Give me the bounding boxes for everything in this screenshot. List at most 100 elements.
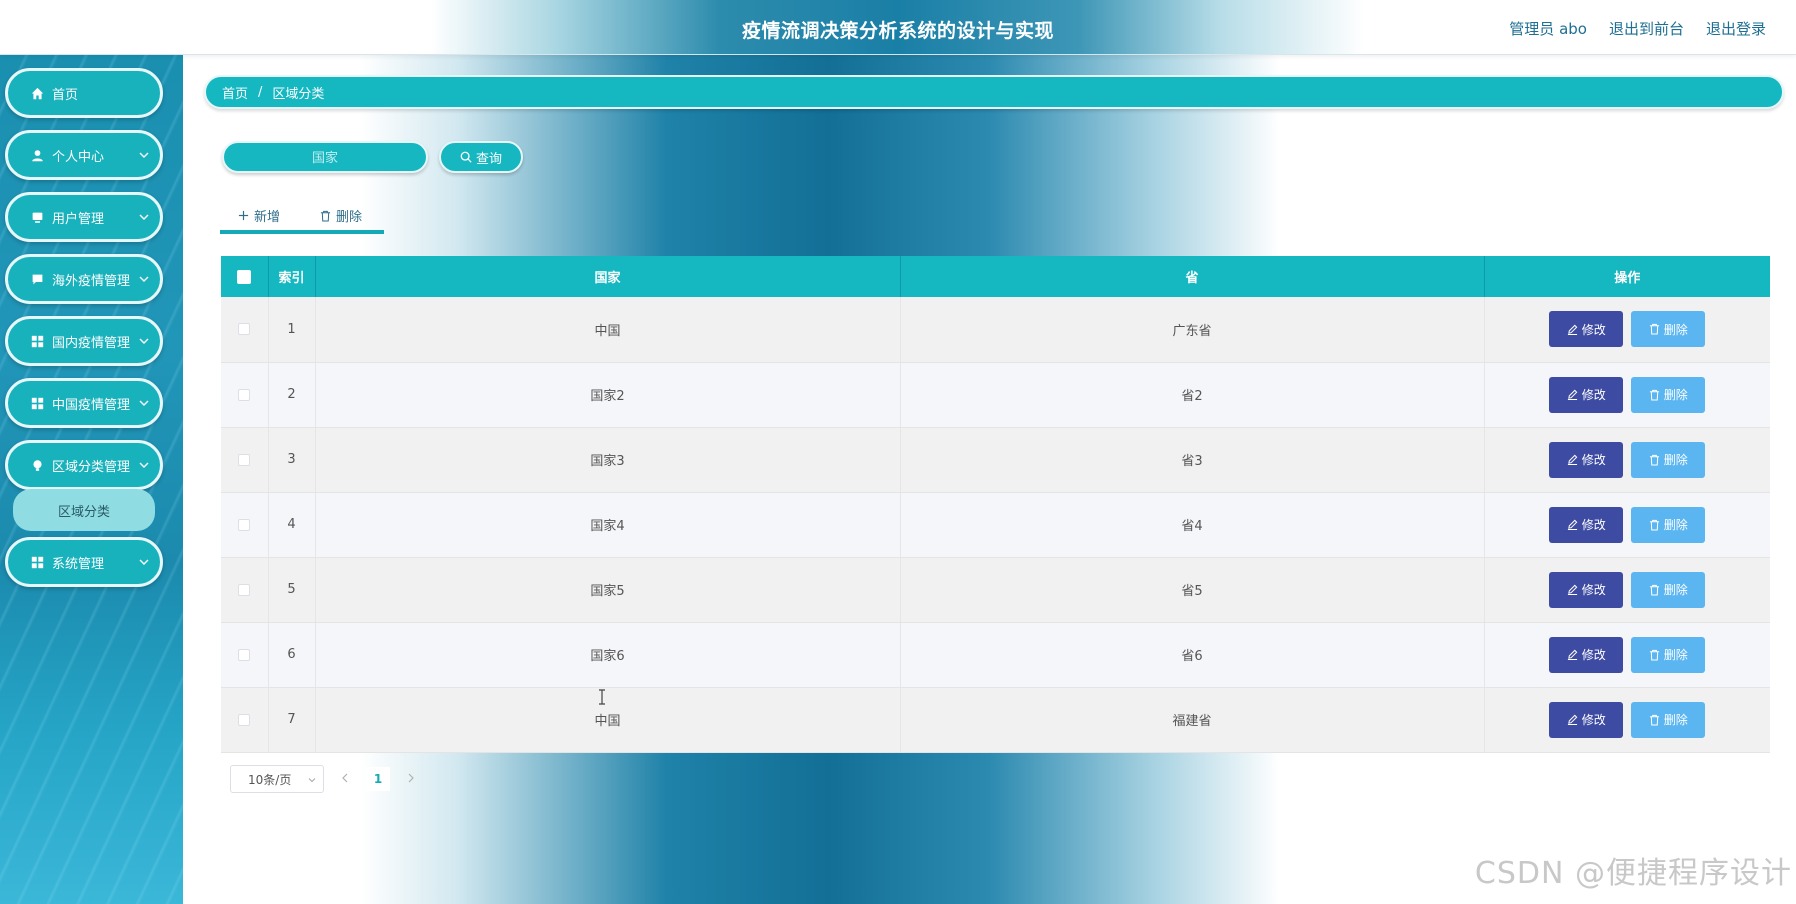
row-checkbox[interactable] [238,648,251,661]
trash-icon [1649,324,1659,335]
row-select-cell[interactable] [221,427,269,493]
delete-button-label: 删除 [1663,518,1688,532]
chevron-right-icon [408,773,414,782]
add-button[interactable]: 新增 [238,206,280,225]
next-page-button[interactable] [402,772,420,787]
sidebar-item-home[interactable]: 首页 [5,68,163,118]
delete-button[interactable]: 删除 [1631,506,1706,543]
chevron-down-icon [308,778,316,783]
trash-icon [1649,389,1659,401]
row-checkbox[interactable] [238,583,251,596]
row-select-cell[interactable] [221,297,269,363]
edit-button[interactable]: 修改 [1549,441,1624,478]
sidebar-item-china-epidemic[interactable]: 中国疫情管理 [5,378,163,428]
row-country: 中国 [315,297,901,363]
delete-button[interactable]: 删除 [1631,701,1706,738]
row-checkbox[interactable] [238,518,251,531]
table-row: 5 国家5 省5 修改 删除 [221,557,1770,623]
trash-icon [1649,584,1659,596]
row-province: 省2 [900,362,1485,428]
delete-button[interactable]: 删除 [1631,571,1706,608]
logout-link[interactable]: 退出登录 [1706,18,1766,39]
row-index: 4 [268,492,316,558]
row-checkbox[interactable] [238,713,251,726]
delete-button[interactable]: 删除 [1631,636,1706,673]
row-checkbox[interactable] [238,323,251,336]
grid-icon [30,334,44,348]
delete-button[interactable]: 删除 [1631,441,1706,478]
chevron-down-icon [139,338,149,344]
page-number-current[interactable]: 1 [366,767,390,791]
sidebar-item-region-category[interactable]: 区域分类管理 [5,440,163,490]
grid-icon [30,555,44,569]
sidebar-item-domestic-epidemic[interactable]: 国内疫情管理 [5,316,163,366]
delete-button[interactable]: 删除 [1631,376,1706,413]
chevron-down-icon [139,400,149,406]
select-all-checkbox[interactable] [237,269,252,284]
breadcrumb-home[interactable]: 首页 [222,83,248,102]
header-user-links: 管理员 abo 退出到前台 退出登录 [1509,18,1766,39]
batch-delete-button[interactable]: 删除 [320,206,362,225]
trash-icon [1649,454,1659,466]
admin-label[interactable]: 管理员 abo [1509,18,1587,39]
sidebar: 首页 个人中心 用户管理 海外疫情管理 国内疫情管理 中国疫情管理 区域分类管理… [0,55,183,904]
row-index: 6 [268,622,316,688]
row-select-cell[interactable] [221,492,269,558]
row-province: 广东省 [900,297,1485,363]
delete-button-label: 删除 [1663,322,1688,337]
sidebar-item-personal-center[interactable]: 个人中心 [5,130,163,180]
search-button[interactable]: 查询 [439,141,523,173]
trash-icon [320,210,331,222]
chevron-down-icon [139,276,149,282]
chevron-down-icon [139,462,149,468]
edit-button[interactable]: 修改 [1549,311,1624,348]
row-province: 福建省 [900,687,1485,753]
edit-button[interactable]: 修改 [1549,701,1624,738]
delete-button-label: 删除 [1663,713,1688,727]
delete-button[interactable]: 删除 [1631,311,1706,348]
edit-button-label: 修改 [1581,388,1606,402]
sidebar-subitem-region-category[interactable]: 区域分类 [13,489,155,531]
trash-icon [1649,519,1659,531]
country-search-input[interactable] [222,141,428,173]
delete-button-label: 删除 [1663,453,1688,467]
table-row: 2 国家2 省2 修改 删除 [221,362,1770,428]
column-header-country: 国家 [315,256,901,297]
pencil-icon [1567,454,1578,465]
edit-button[interactable]: 修改 [1549,571,1624,608]
row-province: 省5 [900,557,1485,623]
select-all-header[interactable] [221,256,269,297]
sidebar-item-label: 中国疫情管理 [52,397,131,413]
row-select-cell[interactable] [221,362,269,428]
sidebar-item-label: 用户管理 [52,211,105,227]
sidebar-item-system-management[interactable]: 系统管理 [5,537,163,587]
row-ops: 修改 删除 [1484,297,1770,363]
row-checkbox[interactable] [238,388,251,401]
edit-button[interactable]: 修改 [1549,376,1624,413]
row-ops: 修改 删除 [1484,362,1770,428]
sidebar-item-overseas-epidemic[interactable]: 海外疫情管理 [5,254,163,304]
sidebar-item-label: 个人中心 [52,149,105,165]
column-header-ops: 操作 [1614,271,1641,286]
row-ops: 修改 删除 [1484,427,1770,493]
column-header-province: 省 [900,256,1485,297]
prev-page-button[interactable] [336,772,354,787]
table-row: 6 国家6 省6 修改 删除 [221,622,1770,688]
edit-button-label: 修改 [1581,518,1606,532]
row-select-cell[interactable] [221,622,269,688]
breadcrumb-separator: / [258,84,263,100]
edit-button-label: 修改 [1581,583,1606,597]
region-table: 索引 国家 省 操作 1 中国 广东省 修改 删除 2 国家2 省2 修改 删除 3 国家3 省3 修改删… [221,256,1770,753]
edit-button[interactable]: 修改 [1549,636,1624,673]
row-index: 2 [268,362,316,428]
sidebar-item-user-management[interactable]: 用户管理 [5,192,163,242]
trash-icon [1649,714,1659,726]
row-checkbox[interactable] [238,453,251,466]
edit-button[interactable]: 修改 [1549,506,1624,543]
sidebar-item-label: 系统管理 [52,556,105,572]
page-size-select[interactable]: 10条/页 [230,765,324,793]
row-select-cell[interactable] [221,687,269,753]
edit-button-label: 修改 [1581,713,1606,727]
back-to-front-link[interactable]: 退出到前台 [1609,18,1684,39]
row-select-cell[interactable] [221,557,269,623]
